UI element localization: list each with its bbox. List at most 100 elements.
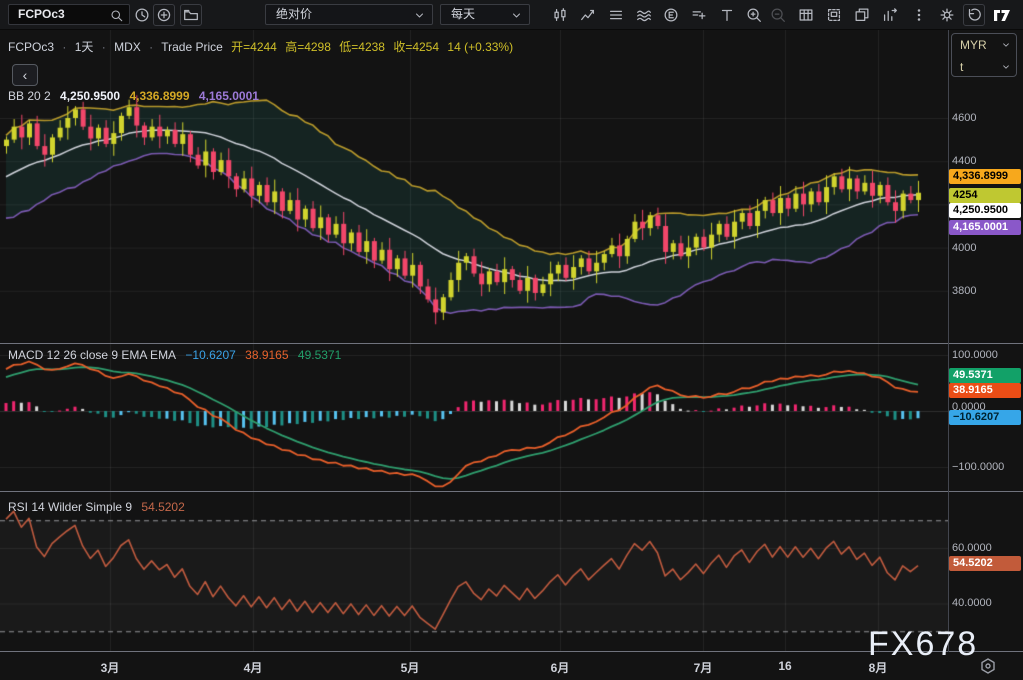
bar-replay-icon (881, 6, 899, 24)
text-t-icon (718, 6, 736, 24)
rsi-axis-label[interactable]: 40.0000 (952, 596, 1020, 610)
rsi-value: 54.5202 (141, 500, 184, 514)
search-icon (109, 8, 124, 23)
fx678-watermark: FX678 (868, 625, 978, 664)
chevron-left-icon: ‹ (23, 67, 28, 83)
waves-icon (635, 6, 653, 24)
unit-dropdown[interactable]: t (952, 56, 1016, 78)
economic-events-button[interactable] (660, 4, 682, 26)
snapshot-button[interactable] (823, 4, 845, 26)
pane-separator[interactable] (0, 491, 1023, 492)
interval-dropdown[interactable]: 每天 (440, 4, 530, 25)
zoom-in-button[interactable] (743, 4, 765, 26)
macd-line-value: 38.9165 (245, 348, 288, 362)
gear-icon (938, 6, 956, 24)
currency-value: MYR (960, 38, 987, 52)
unit-value: t (960, 60, 963, 74)
bar-replay-button[interactable] (879, 4, 901, 26)
bb-title: BB 20 2 (8, 89, 51, 103)
chart-style-button[interactable] (549, 4, 571, 26)
rsi-title: RSI 14 Wilder Simple 9 (8, 500, 132, 514)
zoom-out-icon (769, 6, 787, 24)
bb-basis-badge: 4,250.9500 (949, 203, 1021, 218)
separator-dot: · (62, 40, 66, 54)
more-options-button[interactable] (908, 4, 930, 26)
zoom-in-icon (745, 6, 763, 24)
multi-layout-button[interactable] (633, 4, 655, 26)
price-axis-label[interactable]: 4000 (952, 241, 1020, 255)
kebab-dots-icon (910, 6, 928, 24)
macd-axis-label[interactable]: −100.0000 (952, 460, 1020, 474)
ohlc-close: 收=4254 (393, 40, 439, 54)
collapse-legend-button[interactable]: ‹ (12, 64, 38, 86)
chevron-down-icon (1000, 39, 1012, 51)
currency-unit-selector: MYR t (951, 33, 1017, 77)
windows-button[interactable] (851, 4, 873, 26)
overlap-windows-icon (853, 6, 871, 24)
macd-signal-value: 49.5371 (298, 348, 341, 362)
undo-arrow-icon (965, 6, 983, 24)
bb-upper-value: 4,336.8999 (129, 89, 189, 103)
candlestick-icon (551, 6, 569, 24)
macd-legend[interactable]: MACD 12 26 close 9 EMA EMA −10.6207 38.9… (8, 348, 347, 362)
macd-line-badge: 38.9165 (949, 383, 1021, 398)
folder-icon (182, 6, 200, 24)
indicator-templates-button[interactable] (605, 4, 627, 26)
symbol-info-bar[interactable]: FCPOc3 · 1天 · MDX · Trade Price 开=4244 高… (8, 38, 518, 55)
symbol-search-field[interactable]: FCPOc3 (8, 4, 130, 25)
price-axis-label[interactable]: 3800 (952, 284, 1020, 298)
undo-button[interactable] (963, 4, 985, 26)
stacked-lines-icon (607, 6, 625, 24)
symbol-search-value: FCPOc3 (18, 7, 65, 21)
price-axis-label[interactable]: 4400 (952, 154, 1020, 168)
data-table-button[interactable] (795, 4, 817, 26)
top-toolbar: FCPOc3 绝对价 每天 (0, 0, 1023, 30)
macd-hist-value: −10.6207 (185, 348, 235, 362)
chart-canvas[interactable] (0, 30, 948, 652)
circled-e-icon (662, 6, 680, 24)
bb-legend[interactable]: BB 20 2 4,250.9500 4,336.8999 4,165.0001 (8, 89, 265, 103)
time-axis-label: 5月 (401, 659, 420, 676)
compare-add-button[interactable] (153, 4, 175, 26)
macd-axis-label[interactable]: 100.0000 (952, 348, 1020, 362)
price-mode-value: 绝对价 (276, 7, 312, 21)
last-price-badge: 4254 (949, 188, 1021, 203)
tradingview-chart-app: FCPOc3 绝对价 每天 (0, 0, 1023, 680)
price-mode-dropdown[interactable]: 绝对价 (265, 4, 433, 25)
clock-icon (133, 6, 151, 24)
macd-signal-badge: 49.5371 (949, 368, 1021, 383)
time-axis-label: 6月 (551, 659, 570, 676)
macd-hist-badge: −10.6207 (949, 410, 1021, 425)
price-axis-label[interactable]: 4600 (952, 111, 1020, 125)
chevron-down-icon (509, 8, 524, 23)
plus-circle-icon (155, 6, 173, 24)
rsi-legend[interactable]: RSI 14 Wilder Simple 9 54.5202 (8, 500, 191, 514)
open-layout-button[interactable] (180, 4, 202, 26)
tradingview-logo[interactable] (991, 4, 1013, 26)
separator-dot: · (102, 40, 106, 54)
time-axis-label: 4月 (244, 659, 263, 676)
time-axis-label: 16 (778, 659, 791, 673)
rsi-axis-label[interactable]: 60.0000 (952, 541, 1020, 555)
price-axis-separator (948, 30, 949, 680)
currency-dropdown[interactable]: MYR (952, 34, 1016, 56)
timezone-settings-icon[interactable] (978, 656, 998, 676)
chevron-down-icon (1000, 61, 1012, 73)
rsi-value-badge: 54.5202 (949, 556, 1021, 571)
symbol-exchange: MDX (114, 40, 141, 54)
zoom-out-button[interactable] (767, 4, 789, 26)
alert-button[interactable] (688, 4, 710, 26)
indicators-button[interactable] (577, 4, 599, 26)
bb-basis-value: 4,250.9500 (60, 89, 120, 103)
pane-separator[interactable] (0, 343, 1023, 344)
alert-plus-icon (690, 6, 708, 24)
tradingview-logo-icon (992, 5, 1012, 25)
symbol-series: Trade Price (161, 40, 223, 54)
bb-lower-value: 4,165.0001 (199, 89, 259, 103)
session-clock-button[interactable] (131, 4, 153, 26)
interval-value: 每天 (451, 7, 475, 21)
text-tool-button[interactable] (716, 4, 738, 26)
ohlc-low: 低=4238 (339, 40, 385, 54)
ohlc-open: 开=4244 (231, 40, 277, 54)
settings-button[interactable] (936, 4, 958, 26)
